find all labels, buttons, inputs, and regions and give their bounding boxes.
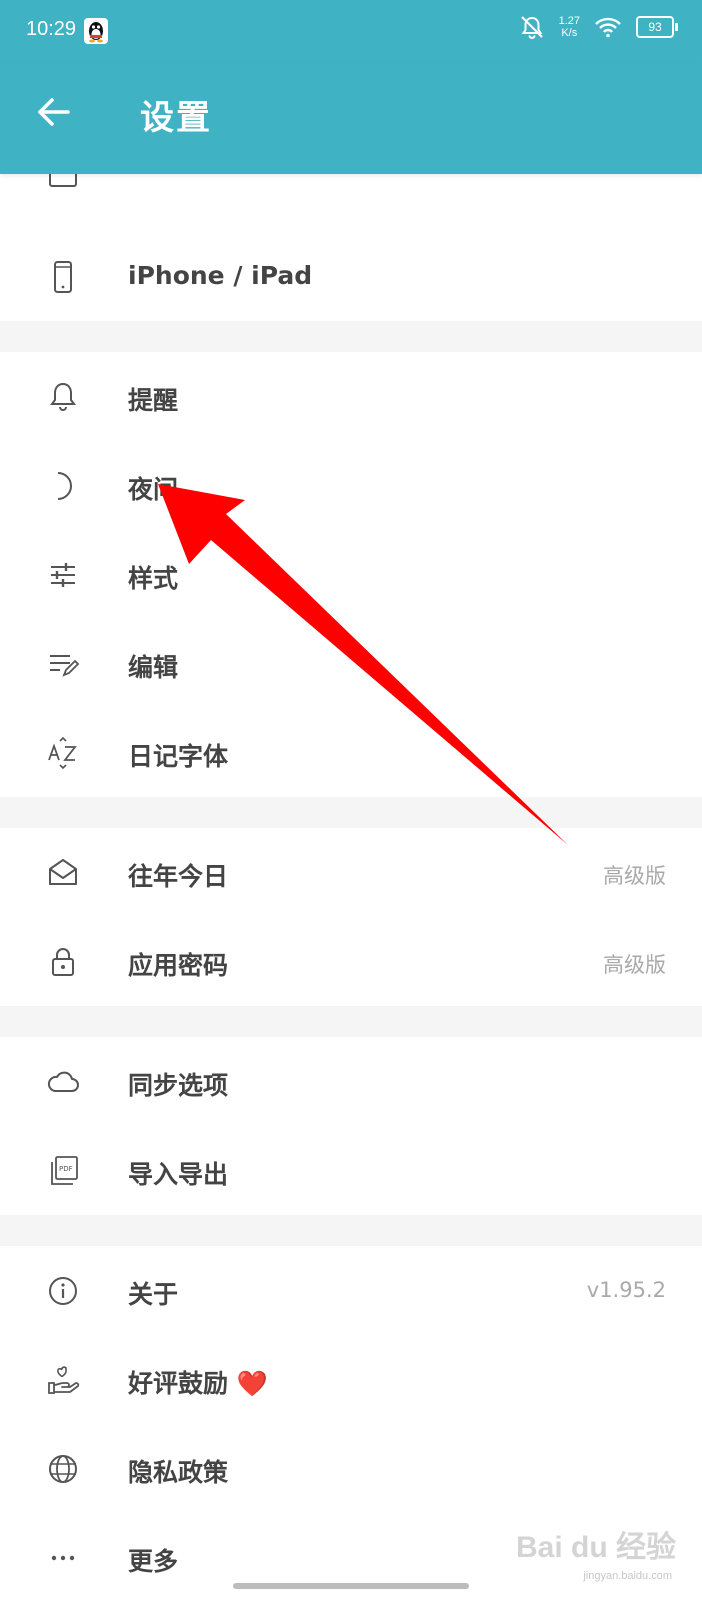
group-divider xyxy=(0,321,702,352)
cloud-icon xyxy=(47,1071,79,1092)
group-divider xyxy=(0,1006,702,1037)
row-label: 隐私政策 xyxy=(128,1458,229,1487)
settings-row-app-password[interactable]: 应用密码 高级版 xyxy=(0,917,702,1006)
settings-row-night-mode[interactable]: 夜间 xyxy=(0,441,702,530)
row-label: 应用密码 xyxy=(128,951,229,980)
settings-row-import-export[interactable]: PDF 导入导出 xyxy=(0,1126,702,1215)
heart-hand-icon xyxy=(48,1366,80,1394)
settings-group-display: 提醒 夜间 样式 编辑 日记字体 xyxy=(0,352,702,797)
row-label: 关于 xyxy=(128,1280,179,1309)
row-label: 夜间 xyxy=(128,475,179,504)
sliders-icon xyxy=(51,563,75,587)
settings-group-devices: iPhone / iPad xyxy=(0,174,702,321)
network-speed: 1.27 K/s xyxy=(559,15,580,39)
status-icons: 1.27 K/s 93 xyxy=(519,14,678,40)
row-label: 往年今日 xyxy=(128,862,229,891)
bell-off-icon xyxy=(520,16,543,39)
settings-row-privacy-policy[interactable]: 隐私政策 xyxy=(0,1424,702,1513)
settings-group-premium: 往年今日 高级版 应用密码 高级版 xyxy=(0,828,702,1006)
row-label: 日记字体 xyxy=(128,742,229,771)
settings-row-edit[interactable]: 编辑 xyxy=(0,619,702,708)
qq-penguin-icon xyxy=(84,18,108,44)
globe-icon xyxy=(49,1455,77,1483)
settings-row-iphone-ipad[interactable]: iPhone / iPad xyxy=(0,232,702,321)
row-label: iPhone / iPad xyxy=(128,261,313,290)
settings-row-sync-options[interactable]: 同步选项 xyxy=(0,1037,702,1126)
back-arrow-icon[interactable] xyxy=(36,94,72,130)
partial-row-icon xyxy=(49,174,77,187)
settings-group-data: 同步选项 PDF 导入导出 xyxy=(0,1037,702,1215)
row-label: 更多 xyxy=(128,1547,179,1576)
edit-lines-icon xyxy=(50,655,80,677)
mail-open-icon xyxy=(49,859,77,885)
baidu-watermark-url: jingyan.baidu.com xyxy=(583,1570,672,1582)
info-icon xyxy=(49,1277,77,1305)
svg-text:PDF: PDF xyxy=(59,1165,73,1173)
lock-icon xyxy=(52,948,74,976)
home-indicator[interactable] xyxy=(233,1583,469,1589)
group-divider xyxy=(0,1215,702,1246)
group-divider xyxy=(0,797,702,828)
row-label: 好评鼓励 ❤️ xyxy=(128,1369,268,1398)
status-time: 10:29 xyxy=(26,18,77,40)
network-speed-value: 1.27 xyxy=(558,15,580,27)
moon-icon xyxy=(57,472,72,500)
premium-badge: 高级版 xyxy=(603,953,666,977)
settings-row-partially-hidden[interactable] xyxy=(0,174,702,232)
row-label: 编辑 xyxy=(128,653,179,682)
status-bar: 10:29 1.27 K/s 93 xyxy=(0,0,702,64)
settings-row-diary-font[interactable]: 日记字体 xyxy=(0,708,702,797)
page-title: 设置 xyxy=(140,98,212,138)
app-bar: 设置 xyxy=(0,64,702,174)
settings-row-on-this-day[interactable]: 往年今日 高级版 xyxy=(0,828,702,917)
font-az-icon xyxy=(48,736,77,770)
settings-row-rate-us[interactable]: 好评鼓励 ❤️ xyxy=(0,1335,702,1424)
settings-list: iPhone / iPad 提醒 夜间 样式 编辑 日记字体 往年今日 高级版 … xyxy=(0,174,702,1602)
settings-row-reminder[interactable]: 提醒 xyxy=(0,352,702,441)
settings-row-style[interactable]: 样式 xyxy=(0,530,702,619)
network-speed-unit: K/s xyxy=(561,27,578,39)
pdf-icon: PDF xyxy=(51,1156,78,1185)
row-label: 样式 xyxy=(128,564,179,593)
version-label: v1.95.2 xyxy=(586,1278,666,1302)
row-label: 同步选项 xyxy=(128,1071,229,1100)
settings-row-about[interactable]: 关于 v1.95.2 xyxy=(0,1246,702,1335)
bell-icon xyxy=(50,382,76,411)
wifi-icon xyxy=(595,17,621,38)
row-label: 导入导出 xyxy=(128,1160,229,1189)
row-label: 提醒 xyxy=(128,386,179,415)
premium-badge: 高级版 xyxy=(603,864,666,888)
battery-indicator: 93 xyxy=(636,16,678,38)
baidu-watermark: Bai du 经验 xyxy=(515,1531,676,1564)
more-dots-icon xyxy=(51,1555,75,1561)
phone-icon xyxy=(54,261,72,293)
